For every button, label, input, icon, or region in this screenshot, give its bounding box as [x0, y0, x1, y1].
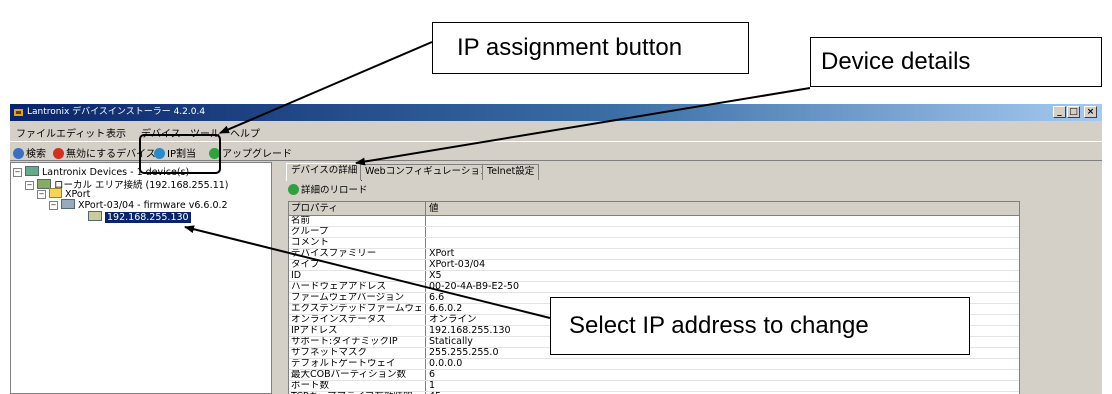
arrow-details: [355, 87, 811, 166]
callout-device-details: Device details: [810, 37, 1102, 87]
arrow-select-ip: [184, 225, 551, 319]
callout-ip-assign: IP assignment button: [432, 22, 749, 74]
callout-select-ip: Select IP address to change: [550, 297, 970, 355]
arrow-ip-assign: [219, 41, 433, 134]
